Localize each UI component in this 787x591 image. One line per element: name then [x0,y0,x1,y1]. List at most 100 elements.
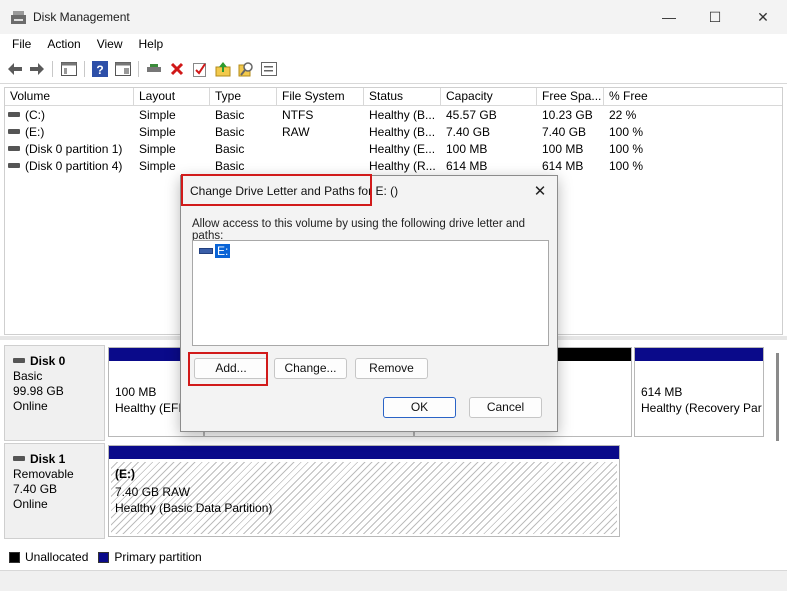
disk-0-label[interactable]: Disk 0 Basic 99.98 GB Online [4,345,105,441]
type-cell: Basic [215,159,245,173]
dialog-close-button[interactable]: ✕ [523,176,557,206]
disk-state: Online [13,399,48,413]
column-header-volume[interactable]: Volume [5,88,134,106]
dialog-title: Change Drive Letter and Paths for E: () [190,184,399,198]
volume-cell: (E:) [25,125,45,139]
console-tree-icon[interactable] [60,60,78,78]
volume-cell: (Disk 0 partition 1) [25,142,123,156]
minimize-button[interactable]: — [646,0,692,34]
ok-button[interactable]: OK [383,397,456,418]
list-icon[interactable] [260,60,278,78]
toolbar-separator [138,61,139,77]
svg-text:?: ? [96,63,103,77]
column-header-status[interactable]: Status [364,88,441,106]
cancel-button[interactable]: Cancel [469,397,542,418]
menu-help[interactable]: Help [131,34,172,55]
drive-paths-list[interactable]: E: [192,240,549,346]
disk-size: 99.98 GB [13,384,64,398]
toolbar: ? [0,55,787,84]
partition-bar [635,348,763,361]
percent-free-cell: 100 % [609,142,644,156]
maximize-button[interactable]: ☐ [692,0,738,34]
drive-path-text: E: [215,244,231,258]
remove-button[interactable]: Remove [355,358,428,379]
menu-file[interactable]: File [4,34,39,55]
disk-size: 7.40 GB [13,482,58,496]
drive-icon [199,248,213,254]
legend: Unallocated Primary partition [4,547,783,567]
column-header-percent-free[interactable]: % Free [604,88,782,106]
disk-icon [13,358,25,363]
column-header-capacity[interactable]: Capacity [441,88,537,106]
partition-size: 100 MB [115,385,157,399]
disk-name: Disk 1 [30,452,66,466]
dialog-description: Allow access to this volume by using the… [192,218,526,242]
unallocated-swatch [9,551,20,563]
status-cell: Healthy (E... [369,142,436,156]
disk-name: Disk 0 [30,354,66,368]
type-cell: Basic [215,108,245,122]
table-row[interactable]: (Disk 0 partition 4) Simple Basic Health… [5,158,782,175]
layout-cell: Simple [139,125,176,139]
column-header-file-system[interactable]: File System [277,88,364,106]
column-header-type[interactable]: Type [210,88,277,106]
disk-1-label[interactable]: Disk 1 Removable 7.40 GB Online [4,443,105,539]
layout-cell: Simple [139,142,176,156]
partition-label: (E:) [115,467,135,481]
toolbar-separator [52,61,53,77]
search-icon[interactable] [237,60,255,78]
close-window-button[interactable]: ✕ [740,0,786,34]
toolbar-separator [84,61,85,77]
connect-icon[interactable] [145,60,163,78]
free-space-cell: 7.40 GB [542,125,587,139]
free-space-cell: 10.23 GB [542,108,593,122]
table-row[interactable]: (E:) Simple Basic RAW Healthy (B... 7.40… [5,124,782,141]
drive-icon [8,129,20,135]
column-header-layout[interactable]: Layout [134,88,210,106]
disk-state: Online [13,497,48,511]
status-cell: Healthy (R... [369,159,436,173]
partition-size: 7.40 GB RAW [115,485,190,499]
primary-partition-swatch [98,551,110,563]
delete-icon[interactable] [168,60,186,78]
menu-action[interactable]: Action [39,34,88,55]
column-header-free-space[interactable]: Free Spa... [537,88,604,106]
drive-icon [8,146,20,152]
check-icon[interactable] [191,60,209,78]
table-row[interactable]: (Disk 0 partition 1) Simple Basic Health… [5,141,782,158]
window-title: Disk Management [33,10,130,24]
forward-icon[interactable] [28,60,46,78]
drive-icon [8,163,20,169]
percent-free-cell: 100 % [609,159,644,173]
capacity-cell: 45.57 GB [446,108,497,122]
status-bar [0,570,787,591]
partition-status: Healthy (Recovery Par [641,401,762,415]
partition-e[interactable]: (E:) 7.40 GB RAW Healthy (Basic Data Par… [108,445,620,537]
export-icon[interactable] [214,60,232,78]
properties-icon[interactable] [114,60,132,78]
percent-free-cell: 100 % [609,125,644,139]
layout-cell: Simple [139,108,176,122]
help-icon[interactable]: ? [91,60,109,78]
disk-icon [13,456,25,461]
percent-free-cell: 22 % [609,108,637,122]
free-space-cell: 100 MB [542,142,584,156]
change-button[interactable]: Change... [274,358,347,379]
status-cell: Healthy (B... [369,108,436,122]
partition-recovery[interactable]: 614 MB Healthy (Recovery Par [634,347,764,437]
file-system-cell: RAW [282,125,310,139]
legend-unallocated: Unallocated [25,550,89,564]
partition-status: Healthy (Basic Data Partition) [115,501,273,515]
type-cell: Basic [215,125,245,139]
drive-path-item[interactable]: E: [199,244,231,258]
add-button[interactable]: Add... [194,358,268,379]
table-row[interactable]: (C:) Simple Basic NTFS Healthy (B... 45.… [5,107,782,124]
back-icon[interactable] [6,60,24,78]
capacity-cell: 7.40 GB [446,125,491,139]
drive-icon [8,112,20,118]
partition-size: 614 MB [641,385,683,399]
graph-scrollbar[interactable] [776,353,779,441]
menu-view[interactable]: View [89,34,131,55]
disk-type: Removable [13,467,74,481]
type-cell: Basic [215,142,245,156]
